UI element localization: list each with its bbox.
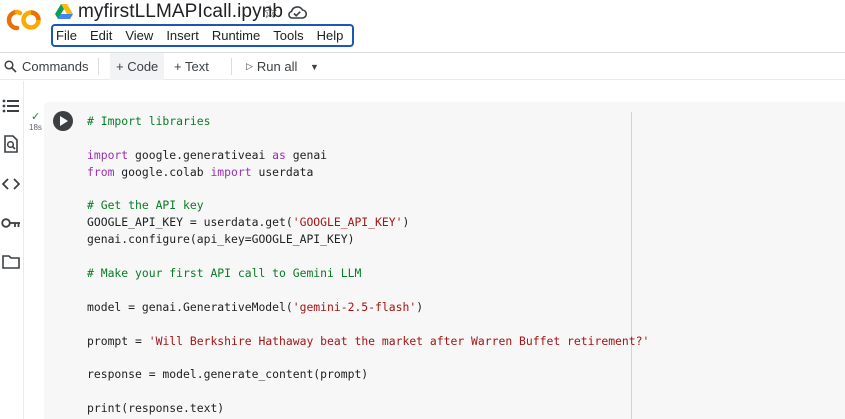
- code-line: ​: [87, 316, 649, 333]
- code-line: genai.configure(api_key=GOOGLE_API_KEY): [87, 231, 649, 248]
- code-token: genai.configure(api_key=GOOGLE_API_KEY): [87, 232, 355, 247]
- code-line: ​: [87, 248, 649, 265]
- run-all-button[interactable]: ▷ Run all: [246, 53, 297, 80]
- run-all-dropdown[interactable]: ▼: [310, 53, 319, 80]
- run-cell-button[interactable]: [53, 111, 73, 131]
- code-token: response = model.generate_content(prompt…: [87, 367, 369, 382]
- menu-insert[interactable]: Insert: [166, 28, 199, 43]
- code-token: 'gemini-2.5-flash': [292, 299, 417, 314]
- code-icon[interactable]: [1, 175, 21, 193]
- notebook-title[interactable]: myfirstLLMAPIcall.ipynb: [78, 1, 283, 23]
- cloud-icon[interactable]: [287, 4, 307, 20]
- code-token: as: [272, 147, 286, 162]
- code-line: print(response.text): [87, 400, 649, 417]
- menu-edit[interactable]: Edit: [90, 28, 112, 43]
- code-token: ): [416, 299, 424, 314]
- list-icon[interactable]: [1, 97, 21, 115]
- code-line: ​: [87, 181, 649, 198]
- code-token: # Get the API key: [87, 198, 204, 213]
- run-all-label: Run all: [256, 59, 298, 74]
- code-line: # Get the API key: [87, 197, 649, 214]
- code-token: 'Will Berkshire Hathaway beat the market…: [148, 333, 650, 348]
- code-line: from google.colab import userdata: [87, 164, 649, 181]
- add-code-button[interactable]: + Code: [110, 53, 165, 80]
- play-icon: ▷: [246, 61, 253, 71]
- code-line: GOOGLE_API_KEY = userdata.get('GOOGLE_AP…: [87, 214, 649, 231]
- code-token: import: [87, 147, 129, 162]
- add-code-label: + Code: [116, 59, 159, 74]
- menu-help[interactable]: Help: [317, 28, 344, 43]
- commands-label: Commands: [22, 59, 89, 74]
- code-token: model = genai.GenerativeModel(: [87, 299, 293, 314]
- code-token: google.colab: [114, 164, 211, 179]
- menu-file[interactable]: File: [56, 28, 77, 43]
- folder-icon[interactable]: [1, 253, 21, 271]
- add-text-label: + Text: [174, 59, 209, 74]
- code-token: google.generativeai: [128, 147, 273, 162]
- code-token: 'GOOGLE_API_KEY': [292, 215, 403, 230]
- execution-time: 18s: [29, 123, 42, 132]
- drive-icon[interactable]: [55, 4, 73, 20]
- left-rail: [0, 81, 24, 419]
- code-line: ​: [87, 130, 649, 147]
- code-line: # Make your first API call to Gemini LLM: [87, 265, 649, 282]
- code-token: from: [87, 164, 115, 179]
- code-token: # Make your first API call to Gemini LLM: [87, 266, 362, 281]
- menu-bar: File Edit View Insert Runtime Tools Help: [51, 24, 354, 47]
- code-line: ​: [87, 282, 649, 299]
- code-token: prompt =: [87, 333, 149, 348]
- code-line: ​: [87, 349, 649, 366]
- code-token: userdata: [251, 164, 314, 179]
- menu-tools[interactable]: Tools: [273, 28, 303, 43]
- code-editor[interactable]: # Import libraries​import google.generat…: [87, 113, 649, 417]
- code-line: response = model.generate_content(prompt…: [87, 366, 649, 383]
- find-icon[interactable]: [1, 135, 21, 153]
- code-token: # Import libraries: [87, 114, 211, 128]
- menu-runtime[interactable]: Runtime: [212, 28, 260, 43]
- key-icon[interactable]: [1, 214, 21, 232]
- menu-view[interactable]: View: [125, 28, 153, 43]
- code-token: ): [402, 215, 410, 230]
- code-token: genai: [285, 147, 328, 162]
- toolbar-divider: [98, 58, 99, 75]
- code-line: ​: [87, 383, 649, 400]
- code-token: GOOGLE_API_KEY = userdata.get(: [87, 215, 293, 230]
- code-token: print(response.text): [87, 401, 225, 416]
- code-line: # Import libraries: [87, 113, 649, 130]
- star-icon[interactable]: ☆: [262, 2, 278, 22]
- search-icon: [4, 60, 17, 73]
- check-icon: ✓: [31, 111, 41, 123]
- colab-logo[interactable]: [6, 8, 42, 32]
- code-token: import: [210, 164, 252, 179]
- toolbar-divider: [231, 58, 232, 75]
- add-text-button[interactable]: + Text: [174, 53, 209, 80]
- caret-down-icon: ▼: [310, 61, 319, 72]
- toolbar: Commands + Code + Text ▷ Run all ▼: [0, 52, 845, 80]
- code-line: import google.generativeai as genai: [87, 147, 649, 164]
- commands-button[interactable]: Commands: [4, 53, 88, 80]
- code-line: model = genai.GenerativeModel('gemini-2.…: [87, 299, 649, 316]
- code-line: prompt = 'Will Berkshire Hathaway beat t…: [87, 333, 649, 350]
